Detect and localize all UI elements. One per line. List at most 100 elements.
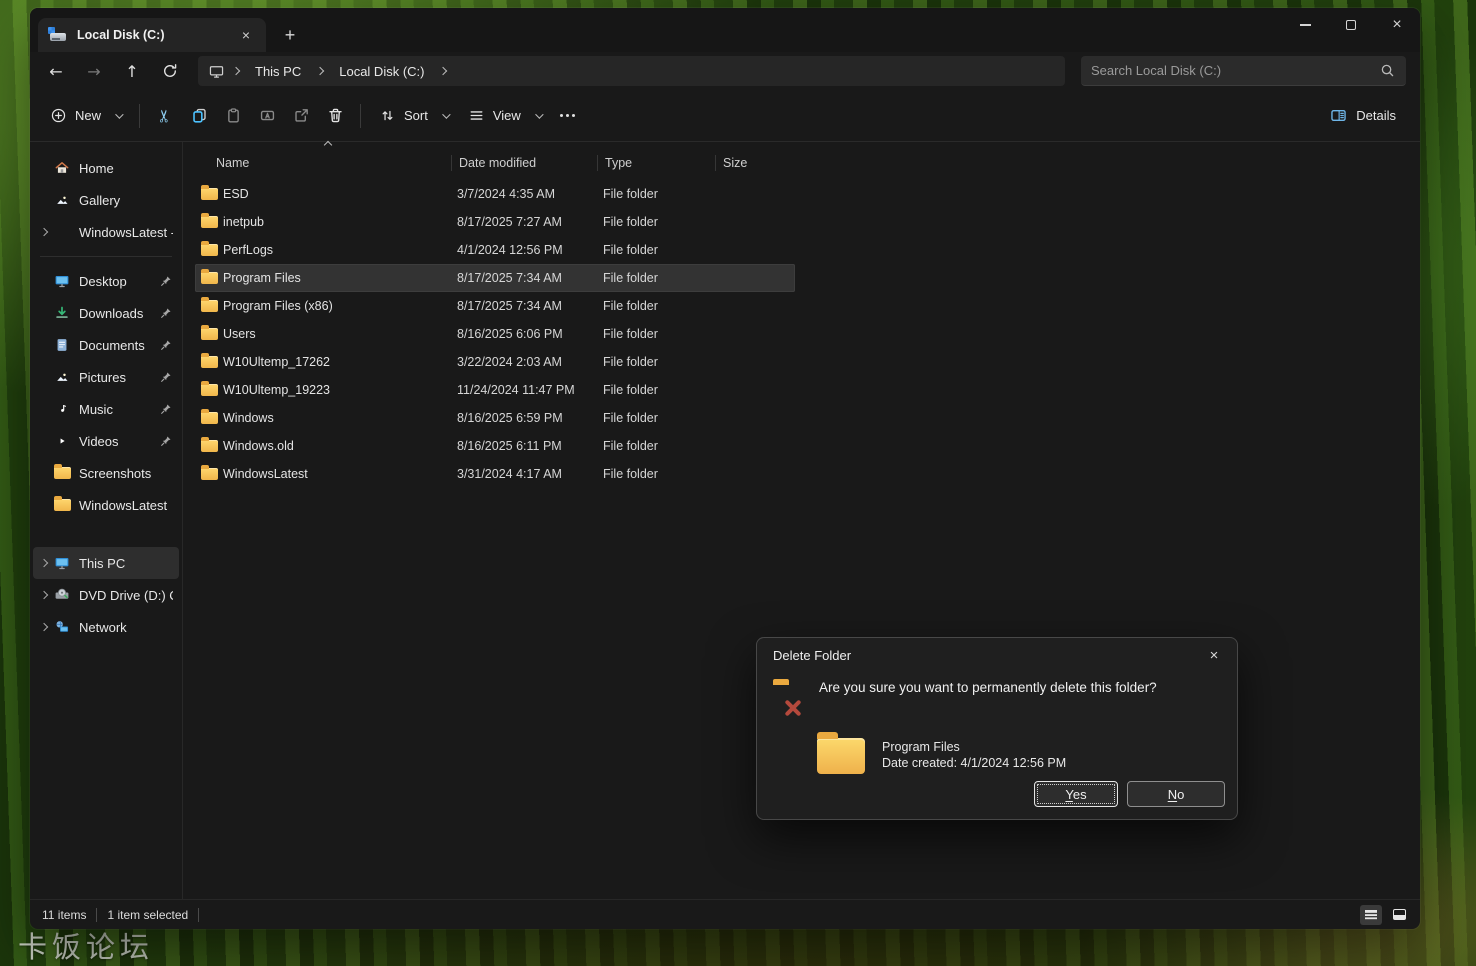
chevron-right-icon xyxy=(316,67,324,75)
chevron-right-icon xyxy=(439,67,447,75)
sidebar-item-documents[interactable]: Documents xyxy=(33,329,179,361)
tab-close-icon[interactable]: × xyxy=(236,25,256,45)
sidebar-item-pictures[interactable]: Pictures xyxy=(33,361,179,393)
file-row-w10ultemp-17262[interactable]: W10Ultemp_17262 3/22/2024 2:03 AM File f… xyxy=(195,348,795,376)
file-row-windows[interactable]: Windows 8/16/2025 6:59 PM File folder xyxy=(195,404,795,432)
column-header-type[interactable]: Type xyxy=(603,150,721,176)
sort-button-label: Sort xyxy=(404,108,428,123)
dialog-buttons: Yes No xyxy=(1034,781,1225,807)
dialog-item-preview: Program Files Date created: 4/1/2024 12:… xyxy=(817,738,1066,774)
delete-button[interactable] xyxy=(318,99,352,133)
more-options-button[interactable] xyxy=(551,99,585,133)
back-button[interactable]: ← xyxy=(38,56,74,86)
tab-local-disk-c[interactable]: Local Disk (C:) × xyxy=(38,18,266,52)
expand-chevron-icon[interactable] xyxy=(37,560,51,566)
no-button[interactable]: No xyxy=(1127,781,1225,807)
expand-chevron-icon[interactable] xyxy=(37,229,51,235)
pictures-icon xyxy=(53,369,71,385)
search-icon[interactable] xyxy=(1379,62,1396,79)
pin-icon xyxy=(159,402,173,416)
sort-button[interactable]: Sort xyxy=(369,99,458,133)
downloads-icon xyxy=(53,305,71,321)
file-row-windowslatest[interactable]: WindowsLatest 3/31/2024 4:17 AM File fol… xyxy=(195,460,795,488)
share-icon xyxy=(292,106,311,125)
sidebar-item-windowslatest[interactable]: WindowsLatest xyxy=(33,489,179,521)
pin-icon xyxy=(159,338,173,352)
refresh-button[interactable] xyxy=(152,56,188,86)
dialog-item-date-created: Date created: 4/1/2024 12:56 PM xyxy=(882,756,1066,772)
folder-icon xyxy=(201,384,218,396)
maximize-button[interactable] xyxy=(1328,8,1374,42)
sidebar-item-dvd-drive[interactable]: DVD Drive (D:) CCC xyxy=(33,579,179,611)
status-bar: 11 items 1 item selected xyxy=(30,899,1420,929)
sidebar-item-screenshots[interactable]: Screenshots xyxy=(33,457,179,489)
file-row-users[interactable]: Users 8/16/2025 6:06 PM File folder xyxy=(195,320,795,348)
view-button[interactable]: View xyxy=(458,99,551,133)
thumbnail-view-button[interactable] xyxy=(1388,905,1410,925)
folder-icon xyxy=(53,497,71,513)
sidebar-item-onedrive[interactable]: WindowsLatest - Pe xyxy=(33,216,179,248)
pin-icon xyxy=(159,274,173,288)
sort-ascending-icon xyxy=(324,141,332,149)
expand-chevron-icon[interactable] xyxy=(37,624,51,630)
paste-button[interactable] xyxy=(216,99,250,133)
new-button[interactable]: New xyxy=(40,99,131,133)
breadcrumb[interactable]: This PC Local Disk (C:) xyxy=(198,56,1065,86)
sidebar-item-this-pc[interactable]: This PC xyxy=(33,547,179,579)
close-button[interactable]: × xyxy=(1374,8,1420,42)
new-tab-button[interactable]: + xyxy=(276,21,304,49)
search-input[interactable] xyxy=(1091,63,1379,78)
sort-arrows-icon xyxy=(379,107,396,124)
yes-button[interactable]: Yes xyxy=(1034,781,1118,807)
details-pane-button[interactable]: Details xyxy=(1319,99,1406,133)
plus-circle-icon xyxy=(50,107,67,124)
file-row-perflogs[interactable]: PerfLogs 4/1/2024 12:56 PM File folder xyxy=(195,236,795,264)
ellipsis-icon xyxy=(560,114,575,117)
minimize-button[interactable] xyxy=(1282,8,1328,42)
column-header-date-modified[interactable]: Date modified xyxy=(457,150,603,176)
folder-icon xyxy=(201,412,218,424)
dialog-title-bar: Delete Folder × xyxy=(757,638,1237,672)
file-row-w10ultemp-19223[interactable]: W10Ultemp_19223 11/24/2024 11:47 PM File… xyxy=(195,376,795,404)
file-row-program-files-x86[interactable]: Program Files (x86) 8/17/2025 7:34 AM Fi… xyxy=(195,292,795,320)
dialog-close-icon[interactable]: × xyxy=(1199,642,1229,668)
sidebar-item-gallery[interactable]: Gallery xyxy=(33,184,179,216)
sidebar-item-home[interactable]: Home xyxy=(33,152,179,184)
sidebar-item-desktop[interactable]: Desktop xyxy=(33,265,179,297)
toolbar-separator xyxy=(139,104,140,128)
pin-icon xyxy=(159,434,173,448)
file-list-pane: Name Date modified Type Size ESD 3/7/202… xyxy=(183,142,1420,899)
search-box[interactable] xyxy=(1081,56,1406,86)
file-row-program-files[interactable]: Program Files 8/17/2025 7:34 AM File fol… xyxy=(195,264,795,292)
chevron-down-icon xyxy=(535,110,543,118)
details-view-button[interactable] xyxy=(1360,905,1382,925)
up-button[interactable]: ↑ xyxy=(114,56,150,86)
forward-button[interactable]: → xyxy=(76,56,112,86)
file-row-esd[interactable]: ESD 3/7/2024 4:35 AM File folder xyxy=(195,180,795,208)
this-pc-icon xyxy=(208,63,225,80)
chevron-right-icon xyxy=(232,67,240,75)
copy-button[interactable] xyxy=(182,99,216,133)
chevron-down-icon xyxy=(442,110,450,118)
column-header-name[interactable]: Name xyxy=(195,150,457,176)
cut-button[interactable]: ✂ xyxy=(148,99,182,133)
trash-icon xyxy=(326,106,345,125)
breadcrumb-local-disk[interactable]: Local Disk (C:) xyxy=(331,62,432,81)
column-header-size[interactable]: Size xyxy=(721,150,795,176)
rename-button[interactable] xyxy=(250,99,284,133)
dialog-body: Are you sure you want to permanently del… xyxy=(757,672,1237,678)
sidebar-item-downloads[interactable]: Downloads xyxy=(33,297,179,329)
sidebar-item-videos[interactable]: Videos xyxy=(33,425,179,457)
file-row-windows-old[interactable]: Windows.old 8/16/2025 6:11 PM File folde… xyxy=(195,432,795,460)
sidebar-item-music[interactable]: Music xyxy=(33,393,179,425)
share-button[interactable] xyxy=(284,99,318,133)
file-row-inetpub[interactable]: inetpub 8/17/2025 7:27 AM File folder xyxy=(195,208,795,236)
paste-icon xyxy=(224,106,243,125)
address-bar: ← → ↑ This PC Local Disk (C:) xyxy=(30,52,1420,90)
scissors-icon: ✂ xyxy=(155,108,175,122)
breadcrumb-this-pc[interactable]: This PC xyxy=(247,62,309,81)
drive-icon xyxy=(48,27,68,43)
sidebar-item-network[interactable]: Network xyxy=(33,611,179,643)
expand-chevron-icon[interactable] xyxy=(37,592,51,598)
delete-folder-dialog: Delete Folder × Are you sure you want to… xyxy=(756,637,1238,820)
